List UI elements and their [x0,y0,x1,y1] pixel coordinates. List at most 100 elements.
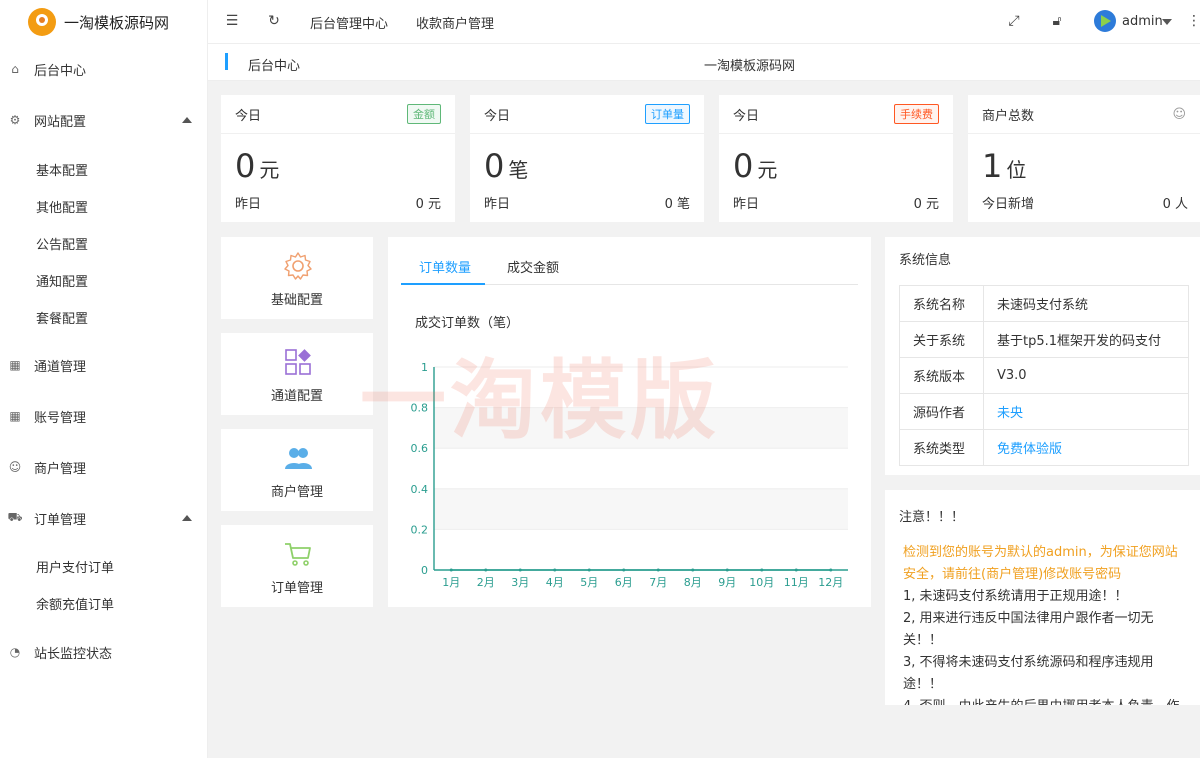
grid-icon: ▦ [9,358,21,372]
notice-line: 4, 否则，由此产生的后果由挪用者本人负责，作 [903,696,1185,705]
info-link[interactable]: 未央 [983,393,1189,430]
menu-toggle-icon[interactable]: ☰ [224,13,240,29]
sidebar-subitem-other-config[interactable]: 其他配置 [36,194,88,218]
notice-warning: 检测到您的账号为默认的admin，为保证您网站安全，请前往(商户管理)修改账号密… [903,545,1178,582]
stat-card-fee: 今日 手续费 0元 昨日 0 元 [719,95,953,222]
system-info-table: 系统名称 未速码支付系统 关于系统 基于tp5.1框架开发的码支付 系统版本 V3.0… [899,285,1189,466]
top-bar: ☰ ↻ 后台管理中心 收款商户管理 ⤢ 🔓︎ admin ⋮ [208,0,1200,44]
stat-tag: 订单量 [645,104,690,124]
y-tick-label: 0.4 [411,483,429,496]
lock-icon[interactable]: 🔓︎ [1049,13,1065,29]
sidebar-item-label: 后台中心 [34,63,87,79]
table-row: 关于系统 基于tp5.1框架开发的码支付 [899,321,1189,358]
breadcrumb-marker [225,53,228,70]
topnav-merchant-manage[interactable]: 收款商户管理 [416,13,494,32]
data-point [553,568,557,572]
section-title: 系统信息 [899,253,952,268]
sidebar-item-monitor[interactable]: ◔ 站长监控状态 [0,637,208,667]
sidebar-item-orders[interactable]: ⛟ 订单管理 [0,503,208,533]
quick-label: 商户管理 [270,485,323,500]
stat-foot-label: 昨日 [733,197,760,212]
user-icon: ☺ [8,460,22,474]
stat-foot-value: 0 元 [913,197,939,212]
table-row: 系统版本 V3.0 [899,357,1189,394]
section-title: 注意！！！ [899,510,965,525]
stat-foot-label: 昨日 [484,197,511,212]
user-icon: ☺ [1172,106,1186,122]
x-tick-label: 1月 [442,576,460,589]
sidebar-item-account[interactable]: ▦ 账号管理 [0,401,208,431]
sidebar-item-dashboard[interactable]: ⌂ 后台中心 [0,54,208,84]
stat-foot-value: 0 元 [415,197,441,212]
data-point [691,568,695,572]
quick-order-manage[interactable]: 订单管理 [221,525,373,607]
sidebar-item-label: 账号管理 [34,410,87,426]
y-tick-label: 1 [421,361,428,374]
y-tick-label: 0.8 [411,402,429,415]
data-point [656,568,660,572]
stat-foot-value: 0 笔 [664,197,690,212]
info-link[interactable]: 免费体验版 [983,429,1189,466]
stat-value: 1位 [982,147,1027,185]
sidebar-item-site-config[interactable]: ⚙ 网站配置 [0,105,208,135]
x-tick-label: 10月 [749,576,774,589]
x-tick-label: 3月 [511,576,529,589]
sidebar-item-label: 网站配置 [34,114,87,130]
quick-label: 订单管理 [270,581,323,596]
quick-merchant-manage[interactable]: 商户管理 [221,429,373,511]
more-icon[interactable]: ⋮ [1186,13,1200,29]
chevron-down-icon[interactable] [1162,19,1172,25]
stat-foot-value: 0 人 [1162,197,1188,212]
y-tick-label: 0.2 [411,523,429,536]
info-key: 关于系统 [899,321,984,358]
x-tick-label: 5月 [580,576,598,589]
info-value: 基于tp5.1框架开发的码支付 [983,321,1189,358]
data-point [622,568,626,572]
stat-foot-label: 昨日 [235,197,262,212]
chart-title: 成交订单数（笔） [415,315,519,331]
stat-card-merchants: 商户总数 ☺ 1位 今日新增 0 人 [968,95,1200,222]
y-tick-label: 0.6 [411,442,429,455]
topnav-admin-center[interactable]: 后台管理中心 [310,13,388,32]
info-value: V3.0 [983,357,1189,394]
chart-band [434,407,848,449]
x-tick-label: 6月 [615,576,633,589]
logo[interactable]: 一淘模板源码网 [0,0,207,44]
chart-card: 订单数量 成交金额 成交订单数（笔） 0 0.2 0.4 0.6 0.8 1 1月 2月 3月 4月… [388,237,871,607]
logo-text: 一淘模板源码网 [64,13,170,32]
gear-icon: ⚙ [9,113,21,127]
page-title: 一淘模板源码网 [704,59,796,74]
sidebar-subitem-notice-config[interactable]: 公告配置 [36,231,88,255]
x-tick-label: 11月 [784,576,809,589]
table-row: 系统类型 免费体验版 [899,429,1189,466]
sidebar-subitem-user-pay-orders[interactable]: 用户支付订单 [36,554,114,578]
cart-icon [285,543,311,566]
user-name[interactable]: admin [1122,14,1163,29]
quick-channel-config[interactable]: 通道配置 [221,333,373,415]
info-key: 系统版本 [899,357,984,394]
table-row: 系统名称 未速码支付系统 [899,285,1189,322]
stat-card-amount: 今日 金额 0元 昨日 0 元 [221,95,455,222]
sidebar-subitem-package-config[interactable]: 套餐配置 [36,305,88,329]
notice-body: 检测到您的账号为默认的admin，为保证您网站安全，请前往(商户管理)修改账号密… [903,542,1185,705]
chevron-up-icon [182,515,192,521]
avatar[interactable] [1094,10,1116,32]
quick-basic-config[interactable]: 基础配置 [221,237,373,319]
sidebar-subitem-notify-config[interactable]: 通知配置 [36,268,88,292]
sidebar-subitem-basic-config[interactable]: 基本配置 [36,157,88,181]
stat-title: 今日 [733,108,760,124]
stat-value: 0元 [235,147,280,185]
notice-line: 3, 不得将未速码支付系统源码和程序违规用途！！ [903,655,1154,692]
refresh-icon[interactable]: ↻ [266,13,282,29]
stat-value: 0元 [733,147,778,185]
breadcrumb-current[interactable]: 后台中心 [248,55,300,74]
fullscreen-icon[interactable]: ⤢ [1006,13,1022,29]
table-row: 源码作者 未央 [899,393,1189,430]
data-point [760,568,764,572]
gauge-icon: ◔ [9,645,21,659]
sidebar-item-merchant[interactable]: ☺ 商户管理 [0,452,208,482]
sidebar-item-channel[interactable]: ▦ 通道管理 [0,350,208,380]
line-chart: 成交订单数（笔）00.20.40.60.811月 2月 3月 4月 5月 6月 7月 8月 9月… [411,315,848,589]
sidebar-item-label: 通道管理 [34,359,87,375]
sidebar-subitem-recharge-orders[interactable]: 余额充值订单 [36,591,114,615]
